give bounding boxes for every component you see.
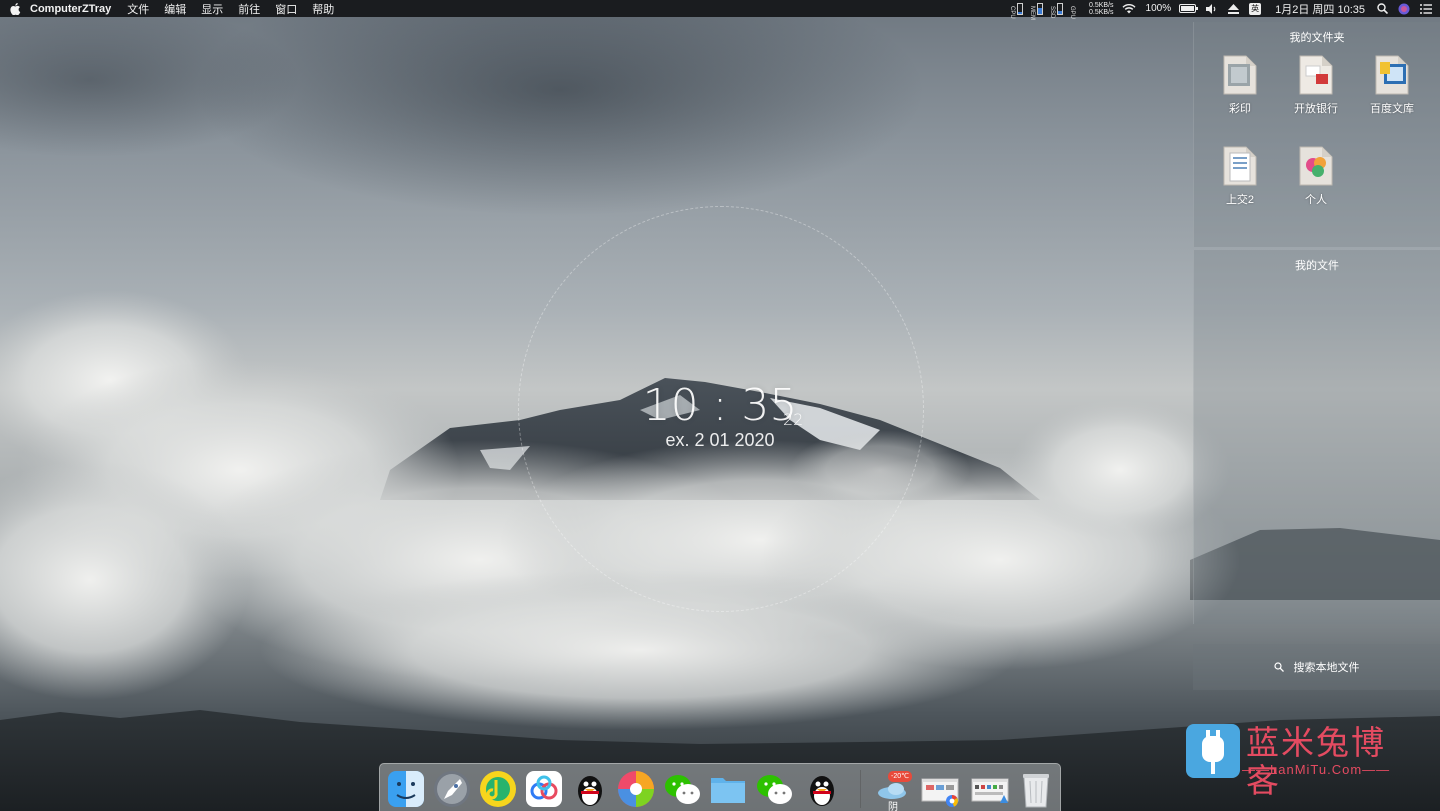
local-file-search[interactable]: 搜索本地文件 xyxy=(1193,644,1440,690)
dock-qq-icon[interactable] xyxy=(570,769,610,809)
menu-file[interactable]: 文件 xyxy=(127,1,149,17)
dock-trash-icon[interactable] xyxy=(1016,769,1056,809)
battery-percent: 100% xyxy=(1145,3,1172,14)
dock-qq-icon-2[interactable] xyxy=(802,769,842,809)
search-placeholder: 搜索本地文件 xyxy=(1293,662,1360,674)
network-upload: 0.5KB/s xyxy=(1089,1,1114,9)
input-method-icon[interactable]: 英 xyxy=(1249,2,1262,15)
dock-weather-widget[interactable]: -20℃ 阴 xyxy=(874,769,914,811)
memory-meter[interactable]: MEM xyxy=(1029,2,1044,20)
status-area: CPU MEM SSD GPU 0.5KB/s 0.5KB/s 100% 英 1… xyxy=(1009,0,1440,20)
gpu-meter[interactable]: GPU xyxy=(1069,5,1077,19)
cpu-meter-label: CPU xyxy=(1009,5,1016,19)
watermark: 蓝米兔博客 ——LanMiTu.Com—— xyxy=(1186,724,1416,800)
dock: -20℃ 阴 xyxy=(379,763,1061,811)
dock-baidu-netdisk-icon[interactable] xyxy=(524,769,564,809)
watermark-subtitle: ——LanMiTu.Com—— xyxy=(1242,762,1391,777)
menubar-datetime[interactable]: 1月2日 周四 10:35 xyxy=(1275,1,1365,17)
desktop-clock-date: ex. 2 01 2020 xyxy=(665,430,775,450)
folder-item-caiyin[interactable]: 彩印 xyxy=(1205,52,1275,116)
disk-meter[interactable]: SSD xyxy=(1049,2,1064,18)
dock-pinwheel-icon[interactable] xyxy=(616,769,656,809)
dock-qqmusic-icon[interactable] xyxy=(478,769,518,809)
dock-wechat-icon[interactable] xyxy=(662,769,702,809)
desktop-clock-time: 10 : 35 22 xyxy=(600,378,840,434)
folder-icon xyxy=(1298,143,1334,187)
menu-help[interactable]: 帮助 xyxy=(312,1,334,17)
apple-menu-icon[interactable] xyxy=(0,0,30,17)
notification-center-icon[interactable] xyxy=(1420,3,1432,14)
weather-label: 阴 xyxy=(888,802,898,811)
dock-wechat-icon-2[interactable] xyxy=(754,769,794,809)
my-folders-panel: 我的文件夹 彩印 开放银行 百度文库 上交2 个人 xyxy=(1193,22,1440,247)
menu-view[interactable]: 显示 xyxy=(201,1,223,17)
menu-bar: ComputerZTray 文件 编辑 显示 前往 窗口 帮助 CPU MEM … xyxy=(0,0,1440,20)
folder-icon xyxy=(1222,52,1258,96)
folder-label: 上交2 xyxy=(1225,194,1255,206)
folder-item-kaifang-yinhang[interactable]: 开放银行 xyxy=(1281,52,1351,116)
clock-hours-minutes: 10 : 35 xyxy=(642,380,798,431)
dock-window-preview-1[interactable] xyxy=(920,769,960,809)
gpu-meter-label: GPU xyxy=(1069,5,1076,19)
folder-item-geren[interactable]: 个人 xyxy=(1281,143,1351,207)
volume-icon[interactable] xyxy=(1206,3,1218,14)
siri-icon[interactable] xyxy=(1398,3,1410,15)
folder-label: 百度文库 xyxy=(1370,103,1414,115)
folder-icon xyxy=(1374,52,1410,96)
dock-window-preview-2[interactable] xyxy=(970,769,1010,809)
menu-edit[interactable]: 编辑 xyxy=(164,1,186,17)
folder-item-baidu-wenku[interactable]: 百度文库 xyxy=(1357,52,1427,116)
my-files-panel: 我的文件 xyxy=(1193,250,1440,624)
menu-window[interactable]: 窗口 xyxy=(275,1,297,17)
dock-folder-icon[interactable] xyxy=(708,769,748,809)
dock-finder-icon[interactable] xyxy=(386,769,426,809)
battery-icon[interactable] xyxy=(1179,4,1199,13)
folder-label: 彩印 xyxy=(1229,103,1251,115)
disk-meter-label: SSD xyxy=(1049,5,1056,18)
plug-logo-icon xyxy=(1186,724,1240,778)
search-icon xyxy=(1273,662,1284,672)
menu-go[interactable]: 前往 xyxy=(238,1,260,17)
folder-label: 个人 xyxy=(1305,194,1327,206)
dock-launchpad-icon[interactable] xyxy=(432,769,472,809)
wifi-icon[interactable] xyxy=(1122,3,1136,14)
folder-label: 开放银行 xyxy=(1294,103,1338,115)
network-download: 0.5KB/s xyxy=(1089,8,1114,16)
weather-temp: -20℃ xyxy=(891,773,909,780)
folder-icon xyxy=(1222,143,1258,187)
dock-separator xyxy=(860,770,861,808)
eject-icon[interactable] xyxy=(1228,3,1240,14)
folder-icon xyxy=(1298,52,1334,96)
spotlight-search-icon[interactable] xyxy=(1377,3,1388,14)
cpu-meter[interactable]: CPU xyxy=(1009,2,1024,19)
my-files-title: 我的文件 xyxy=(1295,260,1339,272)
folder-item-shangjiao2[interactable]: 上交2 xyxy=(1205,143,1275,207)
memory-meter-label: MEM xyxy=(1029,5,1036,20)
app-name-menu[interactable]: ComputerZTray xyxy=(30,3,111,15)
network-speed[interactable]: 0.5KB/s 0.5KB/s xyxy=(1089,2,1114,16)
my-folders-title: 我的文件夹 xyxy=(1289,32,1345,44)
